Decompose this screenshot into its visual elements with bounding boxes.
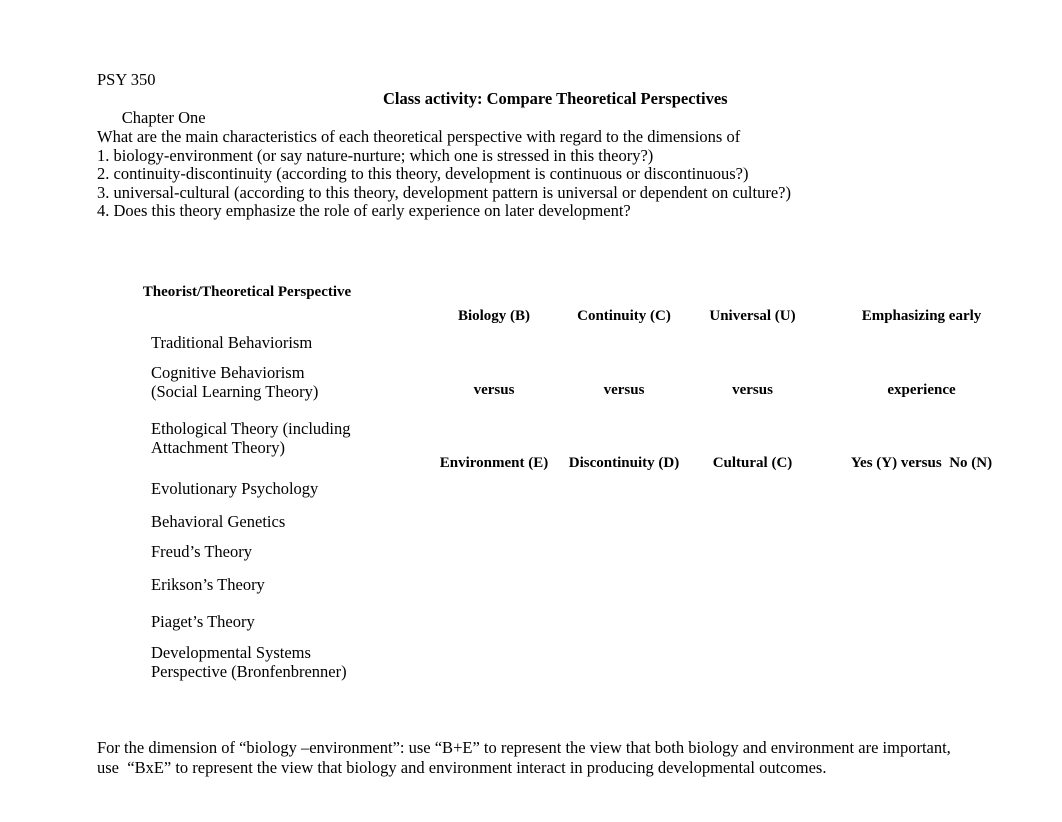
theorist-cell: Piaget’s Theory — [151, 612, 255, 631]
intro-lead: What are the main characteristics of eac… — [97, 127, 741, 146]
intro-item-2: 2. continuity-discontinuity (according t… — [97, 164, 749, 183]
theorist-name: Evolutionary Psychology — [151, 479, 319, 498]
theorist-name: Freud’s Theory — [151, 542, 252, 561]
column-header-early-experience-line1: Emphasizing early — [861, 308, 982, 324]
theorist-name-continued: Attachment Theory) — [151, 438, 285, 457]
column-header-theorist: Theorist/Theoretical Perspective — [142, 283, 352, 300]
intro-paragraph: What are the main characteristics of eac… — [97, 127, 997, 221]
theorist-name: Piaget’s Theory — [151, 612, 255, 631]
theorist-cell: Behavioral Genetics — [151, 512, 285, 531]
theorist-name: Developmental Systems — [151, 643, 311, 662]
theorist-name: Traditional Behaviorism — [151, 333, 313, 352]
document-page: PSY 350 Chapter One Class activity: Comp… — [0, 0, 1062, 822]
theorist-name-continued: Perspective (Bronfenbrenner) — [151, 662, 347, 681]
column-header-universal-line1: Universal (U) — [709, 308, 796, 324]
theorist-name: Cognitive Behaviorism — [151, 363, 305, 382]
theorist-cell: Developmental Systems Perspective (Bronfe… — [151, 643, 347, 681]
chapter-label: Chapter One — [121, 108, 206, 127]
intro-item-3: 3. universal-cultural (according to this… — [97, 182, 791, 202]
theorist-cell: Freud’s Theory — [151, 542, 252, 561]
footer-note-line1: For the dimension of “biology –environme… — [97, 738, 951, 757]
page-title: Class activity: Compare Theoretical Pers… — [383, 89, 728, 108]
course-code: PSY 350 — [97, 70, 156, 89]
footer-note: For the dimension of “biology –environme… — [97, 738, 997, 777]
theorist-name: Ethological Theory (including — [151, 419, 351, 438]
theorist-cell: Erikson’s Theory — [151, 575, 265, 594]
intro-item-1: 1. biology-environment (or say nature-nu… — [97, 145, 654, 165]
footer-note-line2: use “BxE” to represent the view that bio… — [97, 757, 827, 777]
theorist-cell: Cognitive Behaviorism (Social Learning Th… — [151, 363, 318, 401]
theorist-cell: Ethological Theory (including Attachment … — [151, 419, 350, 457]
theorist-name-continued: (Social Learning Theory) — [151, 382, 319, 401]
theorist-cell: Traditional Behaviorism — [151, 333, 312, 352]
theorist-name: Erikson’s Theory — [151, 575, 265, 594]
theorist-name: Behavioral Genetics — [151, 512, 286, 531]
comparison-table: Theorist/Theoretical Perspective Biology… — [97, 255, 997, 753]
table-header-row: Theorist/Theoretical Perspective Biology… — [97, 255, 997, 472]
table-body: Traditional Behaviorism Cognitive Behavio… — [97, 333, 997, 753]
intro-item-4: 4. Does this theory emphasize the role o… — [97, 201, 631, 220]
theorist-cell: Evolutionary Psychology — [151, 479, 318, 498]
